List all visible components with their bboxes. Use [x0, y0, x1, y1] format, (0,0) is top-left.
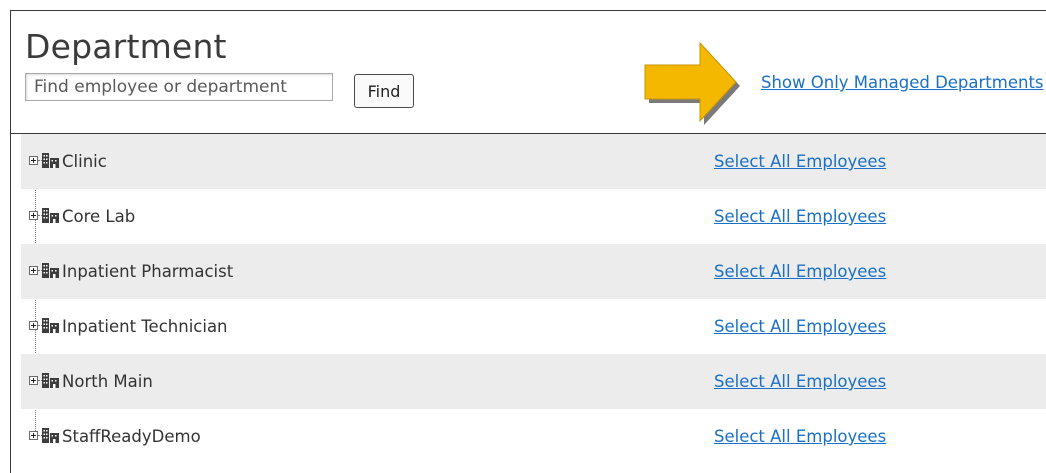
department-name[interactable]: Core Lab [62, 207, 135, 226]
department-tree: Clinic Select All Employees Core Lab Sel… [21, 134, 1046, 464]
building-icon [42, 318, 59, 333]
select-all-employees-link[interactable]: Select All Employees [714, 262, 886, 281]
expand-icon[interactable] [29, 376, 38, 385]
building-icon [42, 208, 59, 223]
tree-row: Core Lab Select All Employees [21, 189, 1046, 244]
find-button[interactable]: Find [354, 74, 414, 108]
building-icon [42, 428, 59, 443]
select-all-employees-link[interactable]: Select All Employees [714, 207, 886, 226]
page-title: Department [25, 27, 227, 66]
building-icon [42, 153, 59, 168]
select-all-employees-link[interactable]: Select All Employees [714, 372, 886, 391]
tree-row: Inpatient Pharmacist Select All Employee… [21, 244, 1046, 299]
expand-icon[interactable] [29, 431, 38, 440]
tree-row: StaffReadyDemo Select All Employees [21, 409, 1046, 464]
building-icon [42, 263, 59, 278]
select-all-employees-link[interactable]: Select All Employees [714, 427, 886, 446]
department-name[interactable]: Inpatient Pharmacist [62, 262, 233, 281]
department-name[interactable]: Clinic [62, 152, 107, 171]
department-panel: Department Find Show Only Managed Depart… [10, 10, 1046, 473]
select-all-employees-link[interactable]: Select All Employees [714, 317, 886, 336]
tree-row: North Main Select All Employees [21, 354, 1046, 409]
expand-icon[interactable] [29, 266, 38, 275]
search-input[interactable] [25, 73, 333, 101]
department-name[interactable]: StaffReadyDemo [62, 427, 201, 446]
building-icon [42, 373, 59, 388]
arrow-icon [644, 42, 740, 125]
tree-row: Clinic Select All Employees [21, 134, 1046, 189]
show-managed-departments-link[interactable]: Show Only Managed Departments [761, 73, 1044, 92]
department-name[interactable]: Inpatient Technician [62, 317, 228, 336]
expand-icon[interactable] [29, 156, 38, 165]
select-all-employees-link[interactable]: Select All Employees [714, 152, 886, 171]
expand-icon[interactable] [29, 321, 38, 330]
expand-icon[interactable] [29, 211, 38, 220]
department-name[interactable]: North Main [62, 372, 153, 391]
tree-row: Inpatient Technician Select All Employee… [21, 299, 1046, 354]
